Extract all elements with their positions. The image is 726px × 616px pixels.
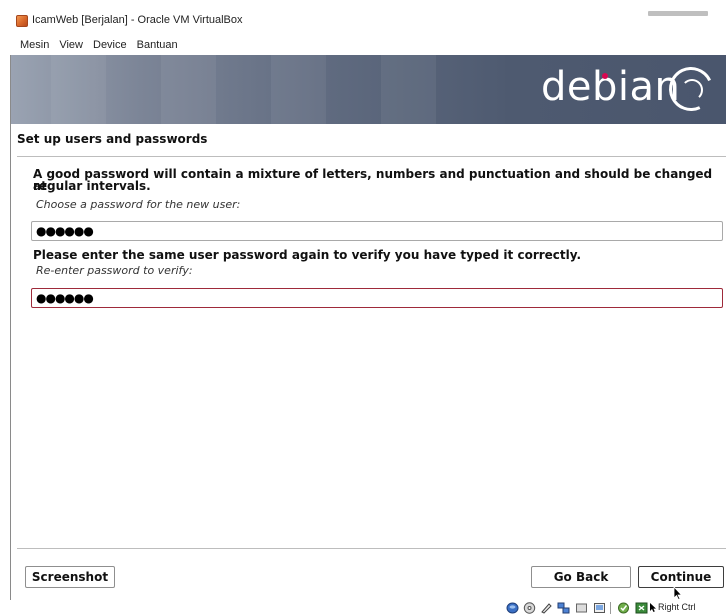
verify-password-field[interactable]: ●●●●●● (31, 288, 723, 308)
host-key-label: Right Ctrl (658, 602, 696, 612)
banner-stripe (51, 55, 106, 124)
debian-logo-text: debian (541, 64, 681, 110)
menu-mesin[interactable]: Mesin (20, 37, 54, 55)
password-field[interactable]: ●●●●●● (31, 221, 723, 241)
password-value: ●●●●●● (36, 224, 94, 238)
debian-logo-dot (602, 73, 608, 79)
banner-stripe (161, 55, 216, 124)
continue-button[interactable]: Continue (638, 566, 724, 588)
banner-stripe (381, 55, 436, 124)
status-separator (610, 602, 611, 614)
menubar: Mesin View Device Bantuan (0, 37, 183, 55)
menu-device[interactable]: Device (88, 37, 132, 55)
debian-swirl-inner-icon (681, 79, 703, 101)
guest-display[interactable]: debian Set up users and passwords A good… (10, 55, 726, 600)
menu-view[interactable]: View (54, 37, 88, 55)
mouse-integration-icon[interactable] (648, 601, 658, 614)
audio-icon[interactable] (539, 601, 553, 614)
verify-password-value: ●●●●●● (36, 291, 94, 305)
hard-disk-icon[interactable] (505, 601, 519, 614)
network-icon[interactable] (556, 601, 570, 614)
screenshot-button[interactable]: Screenshot (25, 566, 115, 588)
menu-bantuan[interactable]: Bantuan (132, 37, 183, 55)
verify-instruction: Please enter the same user password agai… (33, 248, 582, 262)
password-advice-line2: regular intervals. (33, 179, 151, 193)
banner-stripe (271, 55, 326, 124)
shared-folder-icon[interactable] (592, 601, 606, 614)
mouse-cursor-icon (673, 586, 683, 600)
go-back-button[interactable]: Go Back (531, 566, 631, 588)
button-bar-divider (17, 548, 726, 549)
virtualbox-app-icon (16, 15, 28, 27)
window-title: IcamWeb [Berjalan] - Oracle VM VirtualBo… (32, 14, 243, 26)
display-icon[interactable] (616, 601, 630, 614)
window-title-bar[interactable]: IcamWeb [Berjalan] - Oracle VM VirtualBo… (0, 0, 726, 34)
window-controls[interactable] (648, 11, 708, 16)
usb-icon[interactable] (574, 601, 588, 614)
password-prompt: Choose a password for the new user: (36, 198, 241, 211)
recording-icon[interactable] (634, 601, 648, 614)
verify-prompt: Re-enter password to verify: (36, 264, 193, 277)
page-title: Set up users and passwords (17, 132, 208, 146)
optical-drive-icon[interactable] (522, 601, 536, 614)
title-divider (17, 156, 726, 157)
debian-banner: debian (11, 55, 726, 124)
